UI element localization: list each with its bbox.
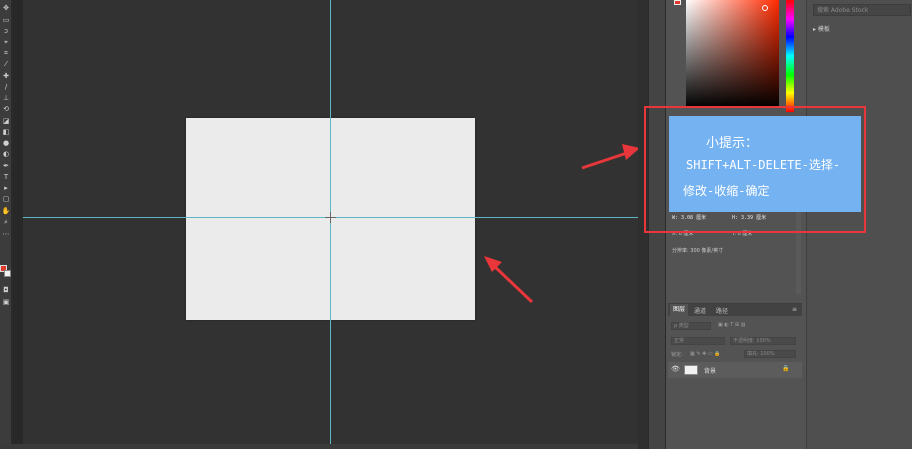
layer-name: 背景 — [704, 368, 717, 375]
move-tool-icon[interactable]: ✥ — [1, 4, 11, 13]
hand-tool-icon[interactable]: ✋ — [1, 207, 11, 216]
layers-tab-strip: 图层 通道 路径 ≡ — [668, 304, 802, 316]
paint-bucket-tool-icon[interactable]: ◧ — [1, 128, 11, 137]
lasso-tool-icon[interactable]: ↄ — [1, 27, 11, 36]
layer-blend-row: 正常 不透明度: 100% — [668, 336, 802, 347]
panel-menu-icon[interactable]: ≡ — [792, 306, 797, 313]
color-panel-swatch[interactable] — [674, 0, 681, 5]
pen-tool-icon[interactable]: ✒ — [1, 162, 11, 171]
fill-field[interactable]: 填充: 100% — [744, 350, 796, 358]
resolution-label: 分辨率: 300 像素/英寸 — [672, 248, 724, 254]
color-panel — [668, 0, 802, 118]
hue-slider[interactable] — [786, 0, 794, 112]
opacity-field[interactable]: 不透明度: 100% — [730, 337, 796, 345]
visibility-eye-icon[interactable]: 👁 — [671, 365, 680, 373]
height-label: H: 3.39 厘米 — [732, 215, 767, 221]
status-bar — [0, 444, 638, 449]
layer-kind-filter[interactable]: ρ 类型 — [671, 322, 711, 330]
more-tools-icon[interactable]: ⋯ — [1, 230, 11, 239]
history-brush-tool-icon[interactable]: ⟲ — [1, 105, 11, 114]
filter-icons[interactable]: ▣ ◐ T ⊞ ▥ — [718, 322, 745, 328]
tools-panel: ✥ ▭ ↄ ⌖ ⌗ ⁄ ✚ ∕ ⊥ ⟲ ◪ ◧ ● ◐ ✒ T ▸ ▢ ✋ ⌕ … — [0, 0, 12, 449]
lock-label: 锁定: — [671, 352, 683, 358]
width-label: W: 3.08 厘米 — [672, 215, 707, 221]
brush-tool-icon[interactable]: ∕ — [1, 83, 11, 92]
layer-lock-row: 锁定: ▦ ✎ ✥ ▭ 🔒 填充: 100% — [668, 349, 802, 360]
color-picker-marker[interactable] — [762, 5, 768, 11]
toolbar-gutter — [13, 0, 23, 449]
dodge-tool-icon[interactable]: ◐ — [1, 150, 11, 159]
cursor-crosshair-icon — [325, 212, 336, 223]
eyedropper-tool-icon[interactable]: ⁄ — [1, 60, 11, 69]
lock-icons[interactable]: ▦ ✎ ✥ ▭ 🔒 — [690, 351, 720, 357]
color-field[interactable] — [686, 0, 779, 108]
healing-brush-tool-icon[interactable]: ✚ — [1, 72, 11, 81]
tip-line-1: SHIFT+ALT-DELETE-选择- — [686, 158, 841, 172]
eraser-tool-icon[interactable]: ◪ — [1, 117, 11, 126]
tip-title: 小提示： — [706, 136, 759, 151]
layers-panel: 图层 通道 路径 ≡ ρ 类型 ▣ ◐ T ⊞ ▥ 正常 不透明度: 100% … — [668, 303, 802, 449]
quick-select-tool-icon[interactable]: ⌖ — [1, 38, 11, 47]
screen-mode-icon[interactable]: ▣ — [1, 298, 11, 307]
type-tool-icon[interactable]: T — [1, 173, 11, 182]
library-item-templates[interactable]: ▸ 模板 — [813, 24, 830, 33]
tab-channels[interactable]: 通道 — [694, 306, 706, 315]
annotation-arrow-to-tip — [581, 144, 640, 170]
layer-row-background[interactable]: 👁 背景 🔒 — [668, 362, 802, 378]
marquee-tool-icon[interactable]: ▭ — [1, 16, 11, 25]
path-select-tool-icon[interactable]: ▸ — [1, 184, 11, 193]
tip-line-2: 修改-收缩-确定 — [683, 184, 770, 198]
document-canvas-area[interactable] — [23, 0, 638, 444]
tab-layers[interactable]: 图层 — [670, 304, 689, 316]
stock-search-input[interactable]: 搜索 Adobe Stock — [813, 4, 911, 16]
rectangle-tool-icon[interactable]: ▢ — [1, 195, 11, 204]
layer-lock-icon: 🔒 — [782, 365, 790, 372]
arrow-shaft — [490, 262, 534, 304]
blend-mode-select[interactable]: 正常 — [671, 337, 725, 345]
layer-filter-row: ρ 类型 ▣ ◐ T ⊞ ▥ — [668, 321, 802, 332]
annotation-arrow-to-canvas — [484, 256, 534, 304]
tab-paths[interactable]: 路径 — [716, 306, 728, 315]
background-color-swatch[interactable] — [4, 270, 11, 277]
layer-thumbnail — [684, 365, 698, 375]
stamp-tool-icon[interactable]: ⊥ — [1, 94, 11, 103]
arrow-shaft — [581, 150, 631, 170]
blur-tool-icon[interactable]: ● — [1, 139, 11, 148]
zoom-tool-icon[interactable]: ⌕ — [1, 218, 11, 227]
crop-tool-icon[interactable]: ⌗ — [1, 49, 11, 58]
quick-mask-icon[interactable]: ◘ — [1, 286, 11, 295]
